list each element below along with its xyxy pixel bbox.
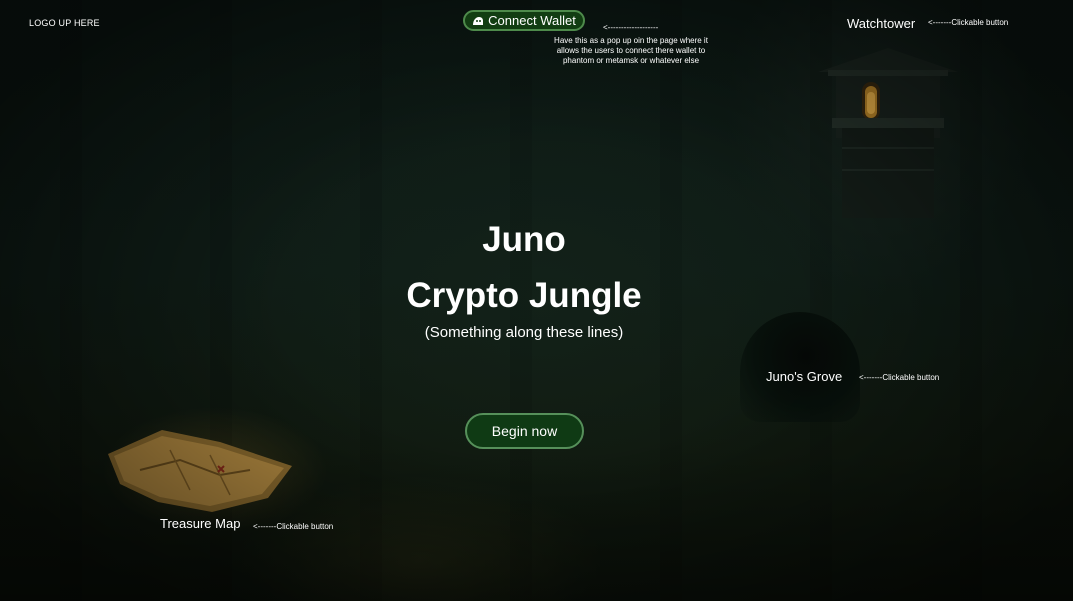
junos-grove-annotation: <-------Clickable button: [859, 373, 940, 382]
connect-wallet-label: Connect Wallet: [488, 13, 576, 28]
watchtower-button[interactable]: Watchtower: [847, 16, 915, 31]
treasure-map-button[interactable]: Treasure Map: [160, 516, 240, 531]
connect-wallet-arrow: <-------------------: [603, 23, 659, 32]
junos-grove-button[interactable]: Juno's Grove: [766, 369, 842, 384]
treasure-map-annotation: <-------Clickable button: [253, 522, 334, 531]
hero-title-line2: Crypto Jungle: [406, 276, 642, 315]
hero-title-line1: Juno: [482, 220, 566, 259]
logo-placeholder[interactable]: LOGO UP HERE: [29, 18, 100, 28]
wallet-icon: [472, 16, 484, 26]
watchtower-annotation: <-------Clickable button: [928, 18, 1009, 27]
begin-now-button[interactable]: Begin now: [465, 413, 584, 449]
connect-wallet-button[interactable]: Connect Wallet: [463, 10, 585, 31]
hero-subtitle: (Something along these lines): [424, 324, 624, 341]
connect-wallet-note: Have this as a pop up oin the page where…: [554, 36, 708, 65]
